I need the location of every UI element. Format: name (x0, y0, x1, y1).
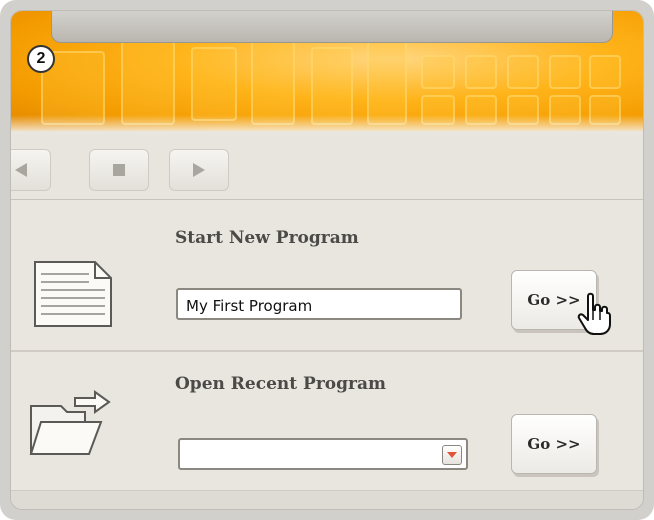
square-stop-icon (113, 164, 125, 176)
banner-pattern-tile (549, 55, 581, 89)
banner-pattern-tile (507, 55, 539, 89)
triangle-left-icon (15, 163, 27, 177)
open-recent-program-section: Open Recent Program Go >> (11, 352, 643, 490)
banner-top-bar (51, 11, 613, 43)
start-new-program-title: Start New Program (175, 228, 359, 248)
back-button[interactable] (11, 149, 51, 191)
stop-button[interactable] (89, 149, 149, 191)
dropdown-arrow-glyph (447, 452, 457, 458)
document-icon (34, 261, 112, 327)
app-window: 2 Start New Program My First Program Go … (10, 10, 644, 510)
banner-pattern-tile (251, 41, 295, 125)
banner-pattern-tile (589, 55, 621, 89)
playback-toolbar (11, 135, 643, 200)
open-folder-icon (29, 390, 111, 455)
triangle-right-icon (193, 163, 205, 177)
play-button[interactable] (169, 149, 229, 191)
banner-pattern-tile (421, 55, 455, 89)
open-recent-program-title: Open Recent Program (175, 374, 386, 394)
banner-shine (11, 115, 643, 131)
banner-pattern-tile (191, 47, 237, 121)
recent-program-dropdown[interactable] (178, 438, 468, 470)
banner-pattern-tile (465, 55, 497, 89)
chevron-down-icon[interactable] (442, 445, 462, 465)
window-frame: 2 Start New Program My First Program Go … (0, 0, 654, 520)
program-name-input[interactable]: My First Program (176, 288, 462, 320)
banner-pattern-tile (367, 41, 407, 125)
header-banner (11, 11, 643, 131)
banner-pattern-tile (311, 47, 353, 125)
footer-band (11, 490, 643, 509)
recent-program-go-button[interactable]: Go >> (511, 414, 597, 474)
hand-pointer-icon (577, 292, 611, 335)
start-new-program-section: Start New Program My First Program Go >> (11, 200, 643, 352)
step-badge: 2 (27, 45, 55, 73)
banner-pattern-tile (121, 41, 175, 125)
